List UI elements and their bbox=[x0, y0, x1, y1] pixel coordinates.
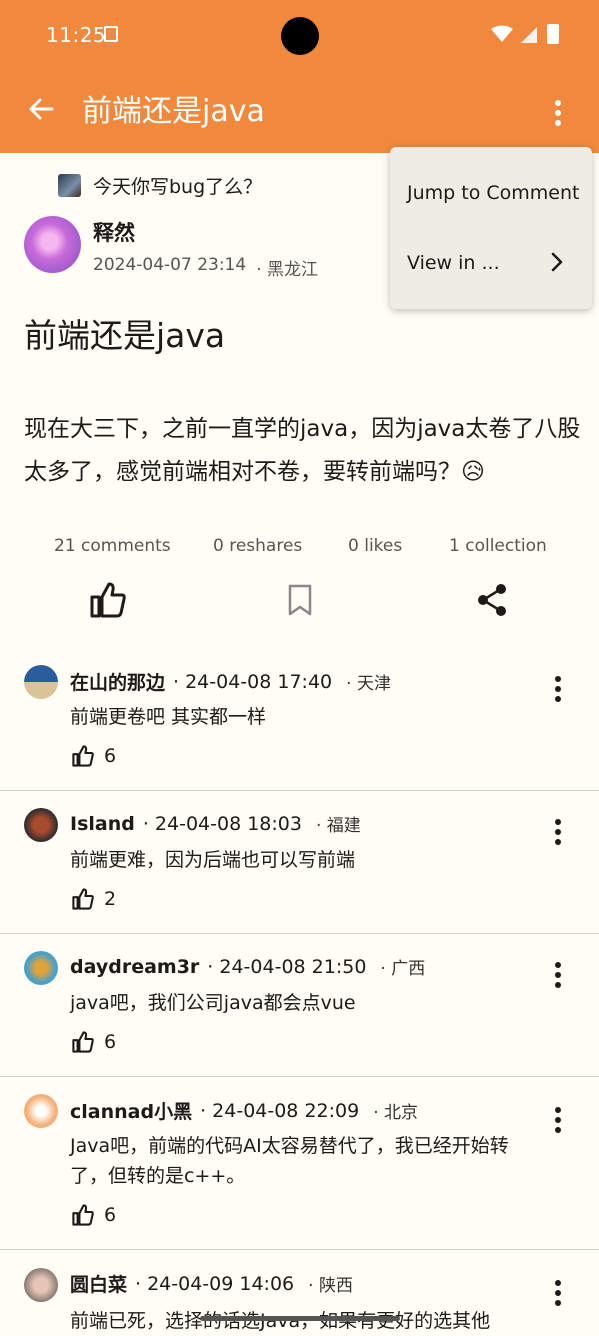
commenter-name[interactable]: daydream3r bbox=[70, 956, 199, 978]
comment-like-button[interactable]: 6 bbox=[70, 744, 116, 768]
signal-icon bbox=[521, 27, 537, 43]
comment-location: · 天津 bbox=[346, 674, 391, 694]
comment-more-icon[interactable] bbox=[552, 676, 564, 702]
comment-like-button[interactable]: 6 bbox=[70, 1203, 116, 1227]
comment-item: Island · 24-04-08 18:03 · 福建 前端更难，因为后端也可… bbox=[0, 791, 599, 934]
page-title: 前端还是java bbox=[82, 94, 265, 129]
home-indicator bbox=[200, 1316, 400, 1321]
comment-time: · 24-04-09 14:06 bbox=[135, 1272, 295, 1295]
bookmark-button[interactable] bbox=[280, 580, 320, 620]
comment-location: · 北京 bbox=[373, 1103, 419, 1123]
topic-thumbnail bbox=[58, 174, 81, 197]
comment-text: 前端已死，选择的话选Java，如果有更好的选其他 bbox=[70, 1310, 491, 1332]
thumbs-up-icon bbox=[72, 1204, 94, 1226]
likes-count[interactable]: 0 likes bbox=[348, 536, 402, 556]
comment-like-count: 6 bbox=[104, 745, 117, 767]
status-icons bbox=[491, 24, 559, 44]
comment-like-count: 6 bbox=[104, 1204, 117, 1226]
topic-name: 今天你写bug了么？ bbox=[93, 176, 263, 198]
comment-location: · 广西 bbox=[380, 959, 426, 979]
author-avatar[interactable] bbox=[24, 216, 81, 273]
author-name[interactable]: 释然 bbox=[93, 217, 135, 247]
sim-card-icon bbox=[104, 26, 118, 42]
commenter-avatar[interactable] bbox=[24, 808, 58, 842]
post-title: 前端还是java bbox=[24, 316, 226, 355]
battery-icon bbox=[547, 24, 559, 44]
thumbs-up-icon bbox=[72, 1031, 94, 1053]
thumbs-up-icon bbox=[72, 888, 94, 910]
comment-more-icon[interactable] bbox=[552, 1280, 564, 1306]
commenter-avatar[interactable] bbox=[24, 1268, 58, 1302]
post-body: 现在大三下，之前一直学的java，因为java太卷了八股太多了，感觉前端相对不卷… bbox=[24, 416, 581, 485]
collection-count[interactable]: 1 collection bbox=[449, 536, 547, 556]
comment-header: Island · 24-04-08 18:03 · 福建 bbox=[70, 811, 361, 837]
thumbs-up-icon bbox=[72, 745, 94, 767]
comment-like-count: 6 bbox=[104, 1031, 117, 1053]
comment-more-icon[interactable] bbox=[552, 962, 564, 988]
comment-like-count: 2 bbox=[104, 888, 117, 910]
comment-like-button[interactable]: 6 bbox=[70, 1030, 116, 1054]
comments-count[interactable]: 21 comments bbox=[54, 536, 171, 556]
comment-item: 在山的那边 · 24-04-08 17:40 · 天津 前端更卷吧 其实都一样 … bbox=[0, 648, 599, 791]
post-stats: 21 comments 0 reshares 0 likes 1 collect… bbox=[0, 536, 599, 560]
comment-location: · 陕西 bbox=[308, 1276, 353, 1296]
status-bar: 11:25 bbox=[0, 0, 599, 72]
overflow-menu-icon[interactable] bbox=[548, 98, 568, 128]
comment-header: daydream3r · 24-04-08 21:50 · 广西 bbox=[70, 954, 426, 980]
comment-more-icon[interactable] bbox=[552, 819, 564, 845]
comment-like-button[interactable]: 2 bbox=[70, 887, 116, 911]
comment-time: · 24-04-08 18:03 bbox=[142, 812, 302, 835]
comment-time: · 24-04-08 17:40 bbox=[173, 670, 333, 693]
comment-text: 前端更卷吧 其实都一样 bbox=[70, 706, 267, 728]
comment-text: Java吧，前端的代码AI太容易替代了，我已经开始转了，但转的是c++。 bbox=[70, 1135, 509, 1187]
comment-item: daydream3r · 24-04-08 21:50 · 广西 java吧，我… bbox=[0, 934, 599, 1077]
commenter-name[interactable]: 在山的那边 bbox=[70, 668, 165, 695]
comment-time: · 24-04-08 21:50 bbox=[207, 955, 367, 978]
chevron-right-icon bbox=[551, 252, 563, 272]
commenter-avatar[interactable] bbox=[24, 951, 58, 985]
overflow-menu: Jump to Comment View in ... bbox=[390, 147, 592, 309]
commenter-avatar[interactable] bbox=[24, 665, 58, 699]
post-date: 2024-04-07 23:14 bbox=[93, 255, 247, 275]
comment-header: 在山的那边 · 24-04-08 17:40 · 天津 bbox=[70, 668, 391, 695]
menu-item-view-in[interactable]: View in ... bbox=[407, 252, 500, 274]
comment-item: clannad小黑 · 24-04-08 22:09 · 北京 Java吧，前端… bbox=[0, 1077, 599, 1250]
comment-text: java吧，我们公司java都会点vue bbox=[70, 992, 356, 1014]
comment-text: 前端更难，因为后端也可以写前端 bbox=[70, 849, 356, 871]
commenter-name[interactable]: clannad小黑 bbox=[70, 1097, 192, 1124]
commenter-name[interactable]: Island bbox=[70, 813, 135, 835]
comment-header: clannad小黑 · 24-04-08 22:09 · 北京 bbox=[70, 1097, 418, 1124]
status-time: 11:25 bbox=[46, 23, 107, 47]
menu-item-jump-to-comment[interactable]: Jump to Comment bbox=[407, 182, 579, 204]
commenter-name[interactable]: 圆白菜 bbox=[70, 1270, 127, 1297]
post-location: · 黑龙江 bbox=[256, 260, 319, 280]
comment-more-icon[interactable] bbox=[552, 1107, 564, 1133]
back-arrow-icon[interactable] bbox=[26, 94, 56, 124]
comment-location: · 福建 bbox=[315, 816, 361, 836]
comment-time: · 24-04-08 22:09 bbox=[200, 1099, 360, 1122]
like-button[interactable] bbox=[88, 580, 128, 620]
wifi-icon bbox=[491, 25, 513, 42]
post-actions bbox=[0, 580, 599, 624]
share-button[interactable] bbox=[472, 580, 512, 620]
post-meta: 2024-04-07 23:14 · 黑龙江 bbox=[93, 255, 318, 280]
reshares-count[interactable]: 0 reshares bbox=[213, 536, 302, 556]
toolbar: 前端还是java bbox=[0, 80, 599, 144]
camera-cutout bbox=[281, 17, 319, 55]
app-bar: 11:25 前端还是java bbox=[0, 0, 599, 153]
comment-header: 圆白菜 · 24-04-09 14:06 · 陕西 bbox=[70, 1270, 353, 1297]
topic-link[interactable]: 今天你写bug了么？ bbox=[58, 172, 262, 199]
commenter-avatar[interactable] bbox=[24, 1094, 58, 1128]
